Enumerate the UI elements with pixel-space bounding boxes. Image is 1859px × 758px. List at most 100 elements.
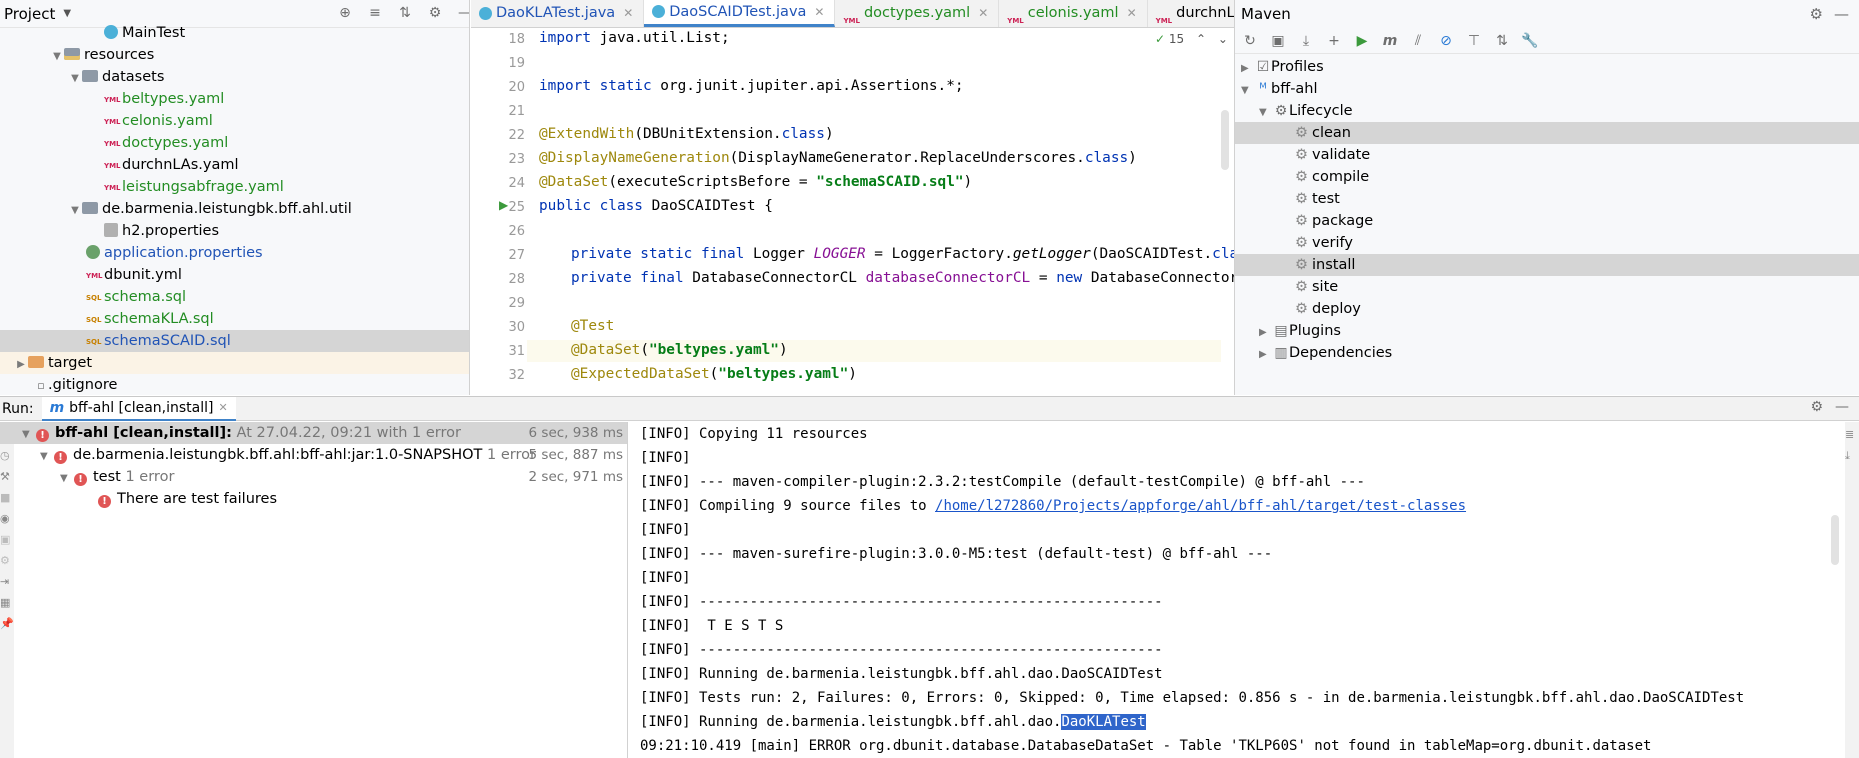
gear-icon[interactable]: ⚙ — [1810, 399, 1823, 415]
run-tree-module[interactable]: ▼! de.barmenia.leistungbk.bff.ahl:bff-ahl… — [0, 444, 627, 466]
chevron-right-icon[interactable]: ▶ — [14, 354, 28, 376]
tree-item-application-properties[interactable]: application.properties — [0, 242, 469, 264]
chevron-down-icon[interactable]: ▼ — [68, 68, 82, 90]
chevron-down-icon[interactable]: ▼ — [63, 8, 71, 19]
close-icon[interactable]: ✕ — [1127, 0, 1137, 27]
generate-sources-icon[interactable]: ▣ — [1269, 32, 1287, 50]
close-icon[interactable]: ✕ — [623, 0, 633, 27]
tree-item-resources[interactable]: ▼ resources — [0, 44, 469, 66]
chevron-down-icon[interactable]: ▼ — [50, 46, 64, 68]
tree-item-durchnlas[interactable]: YML durchnLAs.yaml — [0, 154, 469, 176]
maven-phase-label: validate — [1312, 147, 1371, 163]
maven-phase-test[interactable]: ⚙ test — [1235, 188, 1859, 210]
console-scrollbar[interactable] — [1831, 515, 1839, 565]
gear-icon[interactable]: ⚙ — [426, 4, 444, 22]
maven-phase-validate[interactable]: ⚙ validate — [1235, 144, 1859, 166]
chevron-down-icon[interactable]: ▼ — [68, 200, 82, 222]
tree-item-dbunit[interactable]: YML dbunit.yml — [0, 264, 469, 286]
tree-item-schemascaid-sql[interactable]: SQL schemaSCAID.sql — [0, 330, 469, 352]
chevron-down-icon[interactable]: ⌄ — [1218, 32, 1228, 46]
locate-icon[interactable]: ⊕ — [336, 4, 354, 22]
run-tree-root[interactable]: ▼! bff-ahl [clean,install]: At 27.04.22, … — [0, 422, 627, 444]
console-link[interactable]: /home/l272860/Projects/appforge/ahl/bff-… — [935, 498, 1466, 514]
close-icon[interactable]: ✕ — [978, 0, 988, 27]
run-header: Run: m bff-ahl [clean,install] ✕ ⚙ — — [0, 397, 1859, 421]
tree-item-gitignore[interactable]: ▫ .gitignore — [0, 374, 469, 395]
tree-item-h2-properties[interactable]: h2.properties — [0, 220, 469, 242]
expand-all-icon[interactable]: ≡ — [366, 4, 384, 22]
maven-phase-verify[interactable]: ⚙ verify — [1235, 232, 1859, 254]
tab-doctypes[interactable]: YML doctypes.yaml ✕ — [835, 0, 1000, 27]
tree-item-schema-sql[interactable]: SQL schema.sql — [0, 286, 469, 308]
maven-profiles[interactable]: ▶ ☑ Profiles — [1235, 56, 1859, 78]
maven-icon: m — [49, 399, 65, 416]
maven-phase-deploy[interactable]: ⚙ deploy — [1235, 298, 1859, 320]
gear-icon[interactable]: ⚙ — [1810, 0, 1823, 28]
show-dependencies-icon[interactable]: ⊤ — [1465, 32, 1483, 50]
soft-wrap-icon[interactable]: ≣ — [1845, 428, 1859, 441]
add-icon[interactable]: + — [1325, 32, 1343, 50]
minimize-icon[interactable]: — — [1835, 399, 1849, 415]
inspection-widget[interactable]: ✓ 15 ⌃ ⌄ — [1155, 32, 1228, 46]
chevron-up-icon[interactable]: ⌃ — [1196, 32, 1206, 46]
skip-tests-icon[interactable]: ⊘ — [1437, 32, 1455, 50]
maven-project[interactable]: ▼ ᴹ bff-ahl — [1235, 78, 1859, 100]
chevron-right-icon[interactable]: ▶ — [1241, 58, 1255, 80]
run-tree-failure[interactable]: ! There are test failures — [0, 488, 627, 510]
tree-item-beltypes[interactable]: YML beltypes.yaml — [0, 88, 469, 110]
maven-plugins[interactable]: ▶ ▤Plugins — [1235, 320, 1859, 342]
tree-item-maintest[interactable]: MainTest — [0, 22, 469, 44]
run-item-name: test — [93, 469, 121, 485]
close-icon[interactable]: ✕ — [218, 397, 227, 420]
chevron-right-icon[interactable]: ▶ — [1259, 344, 1273, 366]
chevron-down-icon[interactable]: ▼ — [22, 424, 36, 446]
vertical-scrollbar[interactable] — [1221, 110, 1229, 170]
run-test-icon[interactable]: ▶ — [499, 198, 508, 212]
close-icon[interactable]: ✕ — [814, 0, 824, 26]
console-line: 09:21:10.419 [main] ERROR org.dbunit.dat… — [640, 738, 1652, 754]
maven-goal-icon[interactable]: m — [1381, 32, 1399, 50]
maven-phase-compile[interactable]: ⚙ compile — [1235, 166, 1859, 188]
tab-celonis[interactable]: YML celonis.yaml ✕ — [999, 0, 1148, 27]
maven-phase-clean[interactable]: ⚙ clean — [1235, 122, 1859, 144]
tree-item-util-package[interactable]: ▼ de.barmenia.leistungbk.bff.ahl.util — [0, 198, 469, 220]
scroll-to-end-icon[interactable]: ⤓ — [1845, 449, 1859, 463]
editor-panel: DaoKLATest.java ✕ DaoSCAIDTest.java ✕ YML d… — [471, 0, 1241, 395]
collapse-all-icon[interactable]: ⇅ — [396, 4, 414, 22]
reload-icon[interactable]: ↻ — [1241, 32, 1259, 50]
download-icon[interactable]: ⤓ — [1297, 32, 1315, 50]
tree-item-datasets[interactable]: ▼ datasets — [0, 66, 469, 88]
chevron-down-icon[interactable]: ▼ — [40, 446, 54, 468]
chevron-down-icon[interactable]: ▼ — [60, 468, 74, 490]
run-icon[interactable]: ▶ — [1353, 32, 1371, 50]
maven-phase-install[interactable]: ⚙ install — [1235, 254, 1859, 276]
tree-item-leistungsabfrage[interactable]: YML leistungsabfrage.yaml — [0, 176, 469, 198]
maven-lifecycle[interactable]: ▼ ⚙ Lifecycle — [1235, 100, 1859, 122]
maven-phase-site[interactable]: ⚙ site — [1235, 276, 1859, 298]
console-output[interactable]: [INFO] Copying 11 resources [INFO] [INFO… — [640, 422, 1835, 758]
run-tab[interactable]: m bff-ahl [clean,install] ✕ — [41, 397, 236, 421]
minimize-icon[interactable]: — — [456, 4, 469, 22]
tree-item-doctypes[interactable]: YML doctypes.yaml — [0, 132, 469, 154]
project-title[interactable]: Project — [4, 5, 55, 23]
collapse-all-icon[interactable]: ⇅ — [1493, 32, 1511, 50]
tab-daoscaidtest[interactable]: DaoSCAIDTest.java ✕ — [644, 0, 836, 27]
tree-item-schemakla-sql[interactable]: SQL schemaKLA.sql — [0, 308, 469, 330]
chevron-right-icon[interactable]: ▶ — [1259, 322, 1273, 344]
tab-daoklatest[interactable]: DaoKLATest.java ✕ — [471, 0, 645, 27]
maven-toolbar: ↻ ▣ ⤓ + ▶ m ⫽ ⊘ ⊤ ⇅ 🔧 — [1235, 28, 1859, 54]
tree-item-celonis[interactable]: YML celonis.yaml — [0, 110, 469, 132]
run-tree-test[interactable]: ▼! test 1 error 2 sec, 971 ms — [0, 466, 627, 488]
wrench-icon[interactable]: 🔧 — [1521, 32, 1539, 50]
maven-phase-package[interactable]: ⚙ package — [1235, 210, 1859, 232]
maven-dependencies[interactable]: ▶ ▥Dependencies — [1235, 342, 1859, 364]
chevron-down-icon[interactable]: ▼ — [1259, 102, 1273, 124]
run-item-detail: 1 error — [125, 469, 175, 485]
chevron-down-icon[interactable]: ▼ — [1241, 80, 1255, 102]
toggle-offline-icon[interactable]: ⫽ — [1409, 32, 1427, 50]
tab-durchnlas[interactable]: YMLdurchnLAs.y — [1148, 0, 1241, 27]
minimize-icon[interactable]: — — [1834, 0, 1849, 28]
tree-item-label: de.barmenia.leistungbk.bff.ahl.util — [102, 201, 352, 217]
tree-item-target[interactable]: ▶ target — [0, 352, 469, 374]
line-number: 31 — [508, 344, 525, 359]
